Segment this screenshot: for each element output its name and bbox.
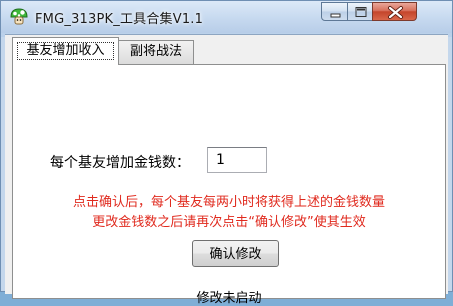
close-icon: [388, 6, 403, 19]
app-window: FMG_313PK_工具合集V1.1 基友增加收入 副将战法 每个基友增加金钱数…: [0, 0, 453, 306]
tab-label: 副将战法: [129, 44, 182, 59]
maximize-button[interactable]: [347, 2, 373, 21]
focus-rect: [17, 42, 114, 60]
window-title: FMG_313PK_工具合集V1.1: [35, 12, 204, 27]
tab-general-tactics[interactable]: 副将战法: [118, 40, 194, 64]
client-area: 基友增加收入 副将战法 每个基友增加金钱数： 点击确认后，每个基友每两小时将获得…: [5, 34, 448, 306]
minimize-button[interactable]: [321, 2, 348, 21]
close-button[interactable]: [372, 2, 417, 21]
tab-friend-income[interactable]: 基友增加收入: [12, 37, 119, 65]
mushroom-icon: [10, 8, 28, 25]
money-label: 每个基友增加金钱数：: [50, 155, 190, 171]
maximize-icon: [355, 7, 367, 17]
money-input[interactable]: [207, 147, 267, 173]
tab-panel: 每个基友增加金钱数： 点击确认后，每个基友每两小时将获得上述的金钱数量 更改金钱…: [12, 64, 446, 306]
title-bar[interactable]: FMG_313PK_工具合集V1.1: [1, 1, 452, 33]
notice-line-1: 点击确认后，每个基友每两小时将获得上述的金钱数量: [72, 195, 385, 210]
minimize-icon: [330, 13, 341, 18]
notice-line-2: 更改金钱数之后请再次点击“确认修改”使其生效: [92, 215, 366, 230]
confirm-button[interactable]: 确认修改: [192, 240, 279, 267]
status-text: 修改未启动: [196, 291, 262, 306]
